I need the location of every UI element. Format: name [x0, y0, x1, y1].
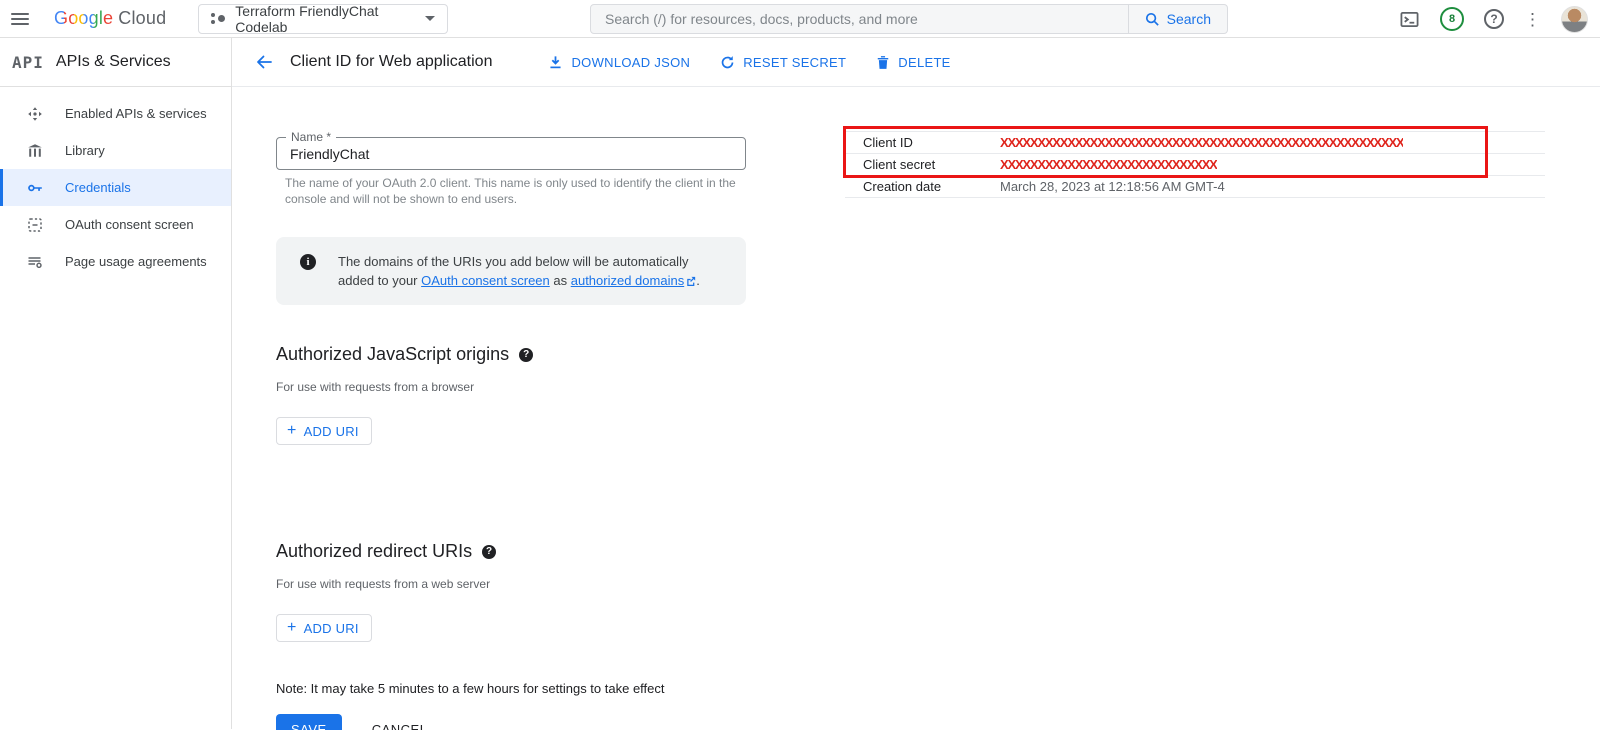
- plus-icon: +: [287, 620, 297, 636]
- add-uri-label: ADD URI: [304, 424, 359, 439]
- key-icon: [27, 180, 43, 196]
- name-field: Name *: [276, 137, 746, 170]
- sidebar-nav: Enabled APIs & services Library Credenti…: [0, 87, 231, 280]
- reset-secret-label: RESET SECRET: [743, 55, 846, 70]
- sidebar-item-library[interactable]: Library: [0, 132, 231, 169]
- sidebar: API APIs & Services Enabled APIs & servi…: [0, 38, 232, 729]
- google-cloud-console: Google Cloud Terraform FriendlyChat Code…: [0, 0, 1600, 730]
- client-secret-value: XXXXXXXXXXXXXXXXXXXXXXXXXXXXX: [1000, 157, 1217, 172]
- search-button[interactable]: Search: [1128, 5, 1227, 33]
- search-button-label: Search: [1167, 11, 1211, 27]
- client-details-table: Client ID XXXXXXXXXXXXXXXXXXXXXXXXXXXXXX…: [845, 131, 1545, 198]
- redirect-uris-heading-text: Authorized redirect URIs: [276, 541, 472, 562]
- sidebar-item-oauth-consent[interactable]: OAuth consent screen: [0, 206, 231, 243]
- sidebar-item-label: Enabled APIs & services: [65, 106, 207, 121]
- delete-label: DELETE: [898, 55, 950, 70]
- cancel-button[interactable]: CANCEL: [372, 722, 428, 730]
- page-content: Name * The name of your OAuth 2.0 client…: [232, 87, 1600, 728]
- client-secret-label: Client secret: [845, 157, 1000, 172]
- client-id-label: Client ID: [845, 135, 1000, 150]
- sidebar-item-label: OAuth consent screen: [65, 217, 194, 232]
- sidebar-item-enabled-apis[interactable]: Enabled APIs & services: [0, 95, 231, 132]
- page-title: Client ID for Web application: [290, 53, 492, 71]
- project-name: Terraform FriendlyChat Codelab: [235, 3, 415, 35]
- project-icon: [211, 12, 225, 26]
- search-icon: [1145, 12, 1160, 27]
- more-options-icon[interactable]: ⋮: [1524, 11, 1541, 28]
- notification-count: 8: [1449, 13, 1455, 25]
- sidebar-item-label: Library: [65, 143, 105, 158]
- plus-icon: +: [287, 423, 297, 439]
- sidebar-item-label: Credentials: [65, 180, 131, 195]
- redirect-uris-heading: Authorized redirect URIs ?: [276, 541, 746, 562]
- enabled-apis-icon: [27, 106, 43, 122]
- main-panel: Client ID for Web application DOWNLOAD J…: [232, 38, 1600, 729]
- sidebar-item-page-usage[interactable]: Page usage agreements: [0, 243, 231, 280]
- chevron-down-icon: [425, 16, 435, 21]
- help-icon[interactable]: ?: [1484, 9, 1504, 29]
- name-input[interactable]: [276, 137, 746, 170]
- global-search: Search: [590, 4, 1228, 34]
- form-buttons: SAVE CANCEL: [276, 714, 746, 730]
- js-origins-subtitle: For use with requests from a browser: [276, 380, 746, 394]
- redirect-uris-help-icon[interactable]: ?: [482, 545, 496, 559]
- external-link-icon: [686, 276, 696, 286]
- oauth-consent-icon: [27, 217, 43, 233]
- settings-note: Note: It may take 5 minutes to a few hou…: [276, 681, 746, 696]
- google-cloud-logo[interactable]: Google Cloud: [54, 8, 166, 29]
- page-header: Client ID for Web application DOWNLOAD J…: [232, 38, 1600, 87]
- sidebar-header: API APIs & Services: [0, 38, 231, 87]
- library-icon: [27, 143, 43, 159]
- creation-date-label: Creation date: [845, 179, 1000, 194]
- sidebar-item-label: Page usage agreements: [65, 254, 207, 269]
- name-field-label: Name *: [286, 130, 336, 144]
- download-json-button[interactable]: DOWNLOAD JSON: [548, 55, 690, 70]
- add-uri-label: ADD URI: [304, 621, 359, 636]
- trash-icon: [876, 55, 890, 70]
- client-form: Name * The name of your OAuth 2.0 client…: [276, 87, 746, 730]
- save-button[interactable]: SAVE: [276, 714, 342, 730]
- back-arrow-icon[interactable]: [252, 50, 276, 74]
- avatar[interactable]: [1561, 6, 1588, 33]
- download-json-label: DOWNLOAD JSON: [571, 55, 690, 70]
- hamburger-menu-icon[interactable]: [0, 0, 40, 38]
- notifications-badge[interactable]: 8: [1440, 7, 1464, 31]
- info-banner: i The domains of the URIs you add below …: [276, 237, 746, 305]
- project-selector[interactable]: Terraform FriendlyChat Codelab: [198, 4, 448, 34]
- name-helper-text: The name of your OAuth 2.0 client. This …: [285, 175, 740, 207]
- delete-button[interactable]: DELETE: [876, 55, 950, 70]
- add-uri-button-redirects[interactable]: + ADD URI: [276, 614, 372, 642]
- header-actions: DOWNLOAD JSON RESET SECRET DELETE: [548, 55, 950, 70]
- js-origins-heading-text: Authorized JavaScript origins: [276, 344, 509, 365]
- hamburger-bars: [11, 10, 29, 28]
- redirect-uris-subtitle: For use with requests from a web server: [276, 577, 746, 591]
- table-row-creation-date: Creation date March 28, 2023 at 12:18:56…: [845, 176, 1545, 198]
- sidebar-item-credentials[interactable]: Credentials: [0, 169, 231, 206]
- add-uri-button-origins[interactable]: + ADD URI: [276, 417, 372, 445]
- oauth-consent-screen-link[interactable]: OAuth consent screen: [421, 273, 550, 288]
- agreements-icon: [27, 254, 43, 270]
- cloud-shell-icon[interactable]: [1398, 8, 1420, 30]
- table-row-client-id: Client ID XXXXXXXXXXXXXXXXXXXXXXXXXXXXXX…: [845, 132, 1545, 154]
- js-origins-help-icon[interactable]: ?: [519, 348, 533, 362]
- authorized-domains-link[interactable]: authorized domains: [571, 273, 684, 288]
- search-input[interactable]: [591, 5, 1128, 33]
- topbar-right-icons: 8 ? ⋮: [1398, 0, 1588, 38]
- js-origins-heading: Authorized JavaScript origins ?: [276, 344, 746, 365]
- download-icon: [548, 55, 563, 70]
- creation-date-value: March 28, 2023 at 12:18:56 AM GMT-4: [1000, 179, 1225, 194]
- info-text-part2: as: [550, 273, 571, 288]
- table-row-client-secret: Client secret XXXXXXXXXXXXXXXXXXXXXXXXXX…: [845, 154, 1545, 176]
- sidebar-title: APIs & Services: [56, 53, 171, 71]
- info-banner-text: The domains of the URIs you add below wi…: [338, 252, 722, 290]
- info-icon: i: [300, 254, 316, 270]
- logo-cloud-text: Cloud: [118, 8, 166, 29]
- refresh-icon: [720, 55, 735, 70]
- top-navigation-bar: Google Cloud Terraform FriendlyChat Code…: [0, 0, 1600, 38]
- client-id-value: XXXXXXXXXXXXXXXXXXXXXXXXXXXXXXXXXXXXXXXX…: [1000, 135, 1403, 150]
- api-logo: API: [12, 53, 44, 72]
- logo-google-text: Google: [54, 8, 113, 29]
- info-text-part3: .: [696, 273, 700, 288]
- reset-secret-button[interactable]: RESET SECRET: [720, 55, 846, 70]
